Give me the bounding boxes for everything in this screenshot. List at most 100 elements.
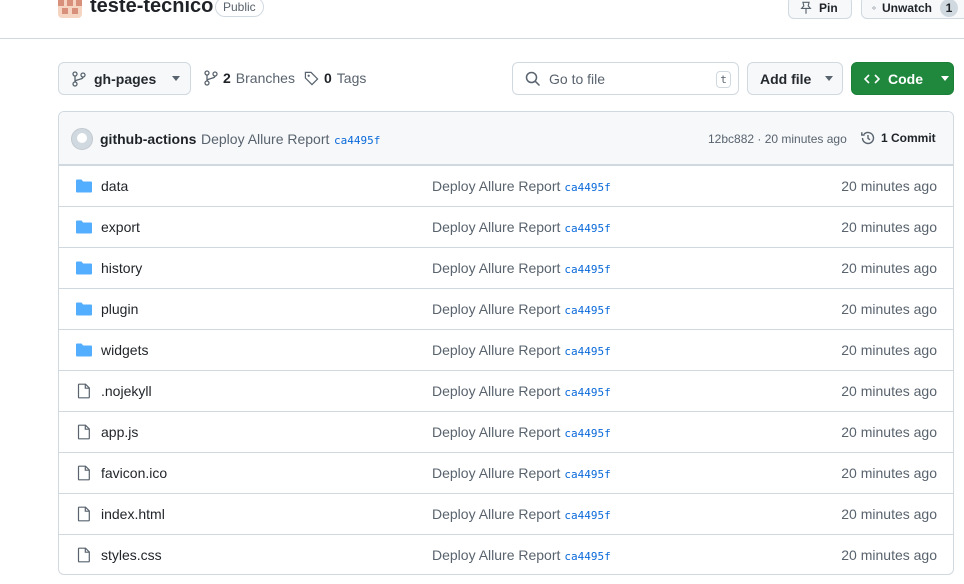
repo-header: teste-tecnico Public Pin Unwatch 1 xyxy=(0,0,964,39)
file-commit-message[interactable]: Deploy Allure Report ca4495f xyxy=(432,465,611,481)
branch-name: gh-pages xyxy=(94,70,157,87)
visibility-badge: Public xyxy=(215,0,264,17)
file-commit-time: 20 minutes ago xyxy=(841,506,937,522)
branch-icon xyxy=(72,70,86,87)
file-commit-text[interactable]: Deploy Allure Report xyxy=(432,383,560,399)
owner-avatar[interactable] xyxy=(58,0,82,18)
folder-icon xyxy=(75,260,93,276)
latest-commit-bar: github-actions Deploy Allure Report ca44… xyxy=(59,112,953,165)
code-button[interactable]: Code xyxy=(851,62,954,95)
file-commit-text[interactable]: Deploy Allure Report xyxy=(432,260,560,276)
file-commit-text[interactable]: Deploy Allure Report xyxy=(432,342,560,358)
file-row[interactable]: data Deploy Allure Report ca4495f 20 minute… xyxy=(59,165,953,206)
file-name-link[interactable]: data xyxy=(101,178,128,194)
file-commit-text[interactable]: Deploy Allure Report xyxy=(432,465,560,481)
file-commit-sha[interactable]: ca4495f xyxy=(564,550,610,563)
branch-select-button[interactable]: gh-pages xyxy=(58,62,191,95)
file-commit-time: 20 minutes ago xyxy=(841,383,937,399)
file-commit-time: 20 minutes ago xyxy=(841,547,937,563)
file-row[interactable]: .nojekyll Deploy Allure Report ca4495f 20 m… xyxy=(59,370,953,411)
file-commit-sha[interactable]: ca4495f xyxy=(564,427,610,440)
file-commit-sha[interactable]: ca4495f xyxy=(564,509,610,522)
pin-icon xyxy=(800,1,812,14)
file-commit-message[interactable]: Deploy Allure Report ca4495f xyxy=(432,219,611,235)
file-commit-time: 20 minutes ago xyxy=(841,424,937,440)
file-name-link[interactable]: widgets xyxy=(101,342,148,358)
file-icon xyxy=(75,547,93,563)
pin-label: Pin xyxy=(819,0,838,15)
file-commit-message[interactable]: Deploy Allure Report ca4495f xyxy=(432,260,611,276)
watch-label: Unwatch xyxy=(881,0,932,15)
file-row[interactable]: plugin Deploy Allure Report ca4495f 20 minu… xyxy=(59,288,953,329)
file-name-link[interactable]: styles.css xyxy=(101,547,162,563)
branches-count: 2 xyxy=(223,70,231,86)
chevron-down-icon xyxy=(172,76,181,81)
file-row[interactable]: export Deploy Allure Report ca4495f 20 minu… xyxy=(59,206,953,247)
file-commit-message[interactable]: Deploy Allure Report ca4495f xyxy=(432,506,611,522)
commit-author[interactable]: github-actions xyxy=(100,131,196,147)
commit-meta[interactable]: 12bc882 · 20 minutes ago xyxy=(708,132,847,146)
file-commit-sha[interactable]: ca4495f xyxy=(564,263,610,276)
commits-history-link[interactable]: 1 Commit xyxy=(860,130,936,146)
file-commit-sha[interactable]: ca4495f xyxy=(564,222,610,235)
commit-sha[interactable]: ca4495f xyxy=(334,134,380,147)
file-name-link[interactable]: export xyxy=(101,219,140,235)
branches-label: Branches xyxy=(235,70,295,86)
repo-name[interactable]: teste-tecnico xyxy=(90,0,213,18)
file-commit-message[interactable]: Deploy Allure Report ca4495f xyxy=(432,383,611,399)
file-name-link[interactable]: plugin xyxy=(101,301,138,317)
folder-icon xyxy=(75,301,93,317)
file-commit-message[interactable]: Deploy Allure Report ca4495f xyxy=(432,424,611,440)
file-icon xyxy=(75,424,93,440)
file-commit-time: 20 minutes ago xyxy=(841,260,937,276)
file-commit-time: 20 minutes ago xyxy=(841,178,937,194)
file-commit-sha[interactable]: ca4495f xyxy=(564,386,610,399)
file-name-link[interactable]: favicon.ico xyxy=(101,465,167,481)
file-commit-time: 20 minutes ago xyxy=(841,465,937,481)
eye-icon xyxy=(872,6,876,9)
file-icon xyxy=(75,465,93,481)
branches-link[interactable]: 2 Branches xyxy=(204,70,295,86)
branch-icon xyxy=(204,70,218,86)
commit-message[interactable]: Deploy Allure Report xyxy=(201,131,329,147)
watch-count: 1 xyxy=(940,0,958,17)
add-file-button[interactable]: Add file xyxy=(747,62,843,95)
file-commit-sha[interactable]: ca4495f xyxy=(564,304,610,317)
file-commit-message[interactable]: Deploy Allure Report ca4495f xyxy=(432,178,611,194)
file-table: github-actions Deploy Allure Report ca44… xyxy=(58,111,954,575)
file-commit-text[interactable]: Deploy Allure Report xyxy=(432,178,560,194)
go-to-file-search[interactable]: Go to file t xyxy=(512,62,739,95)
file-name-link[interactable]: .nojekyll xyxy=(101,383,152,399)
tags-label: Tags xyxy=(336,70,367,86)
file-commit-time: 20 minutes ago xyxy=(841,301,937,317)
file-row[interactable]: index.html Deploy Allure Report ca4495f 20 … xyxy=(59,493,953,534)
history-icon xyxy=(861,131,875,145)
github-actions-avatar[interactable] xyxy=(71,128,93,150)
file-commit-message[interactable]: Deploy Allure Report ca4495f xyxy=(432,547,611,563)
file-row[interactable]: styles.css Deploy Allure Report ca4495f 20 … xyxy=(59,534,953,574)
file-row[interactable]: favicon.ico Deploy Allure Report ca4495f 20… xyxy=(59,452,953,493)
file-commit-text[interactable]: Deploy Allure Report xyxy=(432,219,560,235)
chevron-down-icon xyxy=(941,76,949,81)
file-commit-message[interactable]: Deploy Allure Report ca4495f xyxy=(432,342,611,358)
file-commit-text[interactable]: Deploy Allure Report xyxy=(432,547,560,563)
file-commit-sha[interactable]: ca4495f xyxy=(564,181,610,194)
file-name-link[interactable]: history xyxy=(101,260,142,276)
add-file-label: Add file xyxy=(760,70,812,87)
pin-button[interactable]: Pin xyxy=(788,0,852,19)
file-commit-time: 20 minutes ago xyxy=(841,342,937,358)
file-commit-text[interactable]: Deploy Allure Report xyxy=(432,424,560,440)
file-row[interactable]: app.js Deploy Allure Report ca4495f 20 minu… xyxy=(59,411,953,452)
file-name-link[interactable]: index.html xyxy=(101,506,165,522)
watch-button[interactable]: Unwatch 1 xyxy=(861,0,964,19)
file-name-link[interactable]: app.js xyxy=(101,424,138,440)
file-row[interactable]: widgets Deploy Allure Report ca4495f 20 min… xyxy=(59,329,953,370)
file-row[interactable]: history Deploy Allure Report ca4495f 20 min… xyxy=(59,247,953,288)
file-commit-sha[interactable]: ca4495f xyxy=(564,468,610,481)
search-shortcut-key: t xyxy=(716,71,731,88)
file-commit-text[interactable]: Deploy Allure Report xyxy=(432,301,560,317)
tags-link[interactable]: 0 Tags xyxy=(304,70,366,86)
file-commit-text[interactable]: Deploy Allure Report xyxy=(432,506,560,522)
file-commit-sha[interactable]: ca4495f xyxy=(564,345,610,358)
file-commit-message[interactable]: Deploy Allure Report ca4495f xyxy=(432,301,611,317)
